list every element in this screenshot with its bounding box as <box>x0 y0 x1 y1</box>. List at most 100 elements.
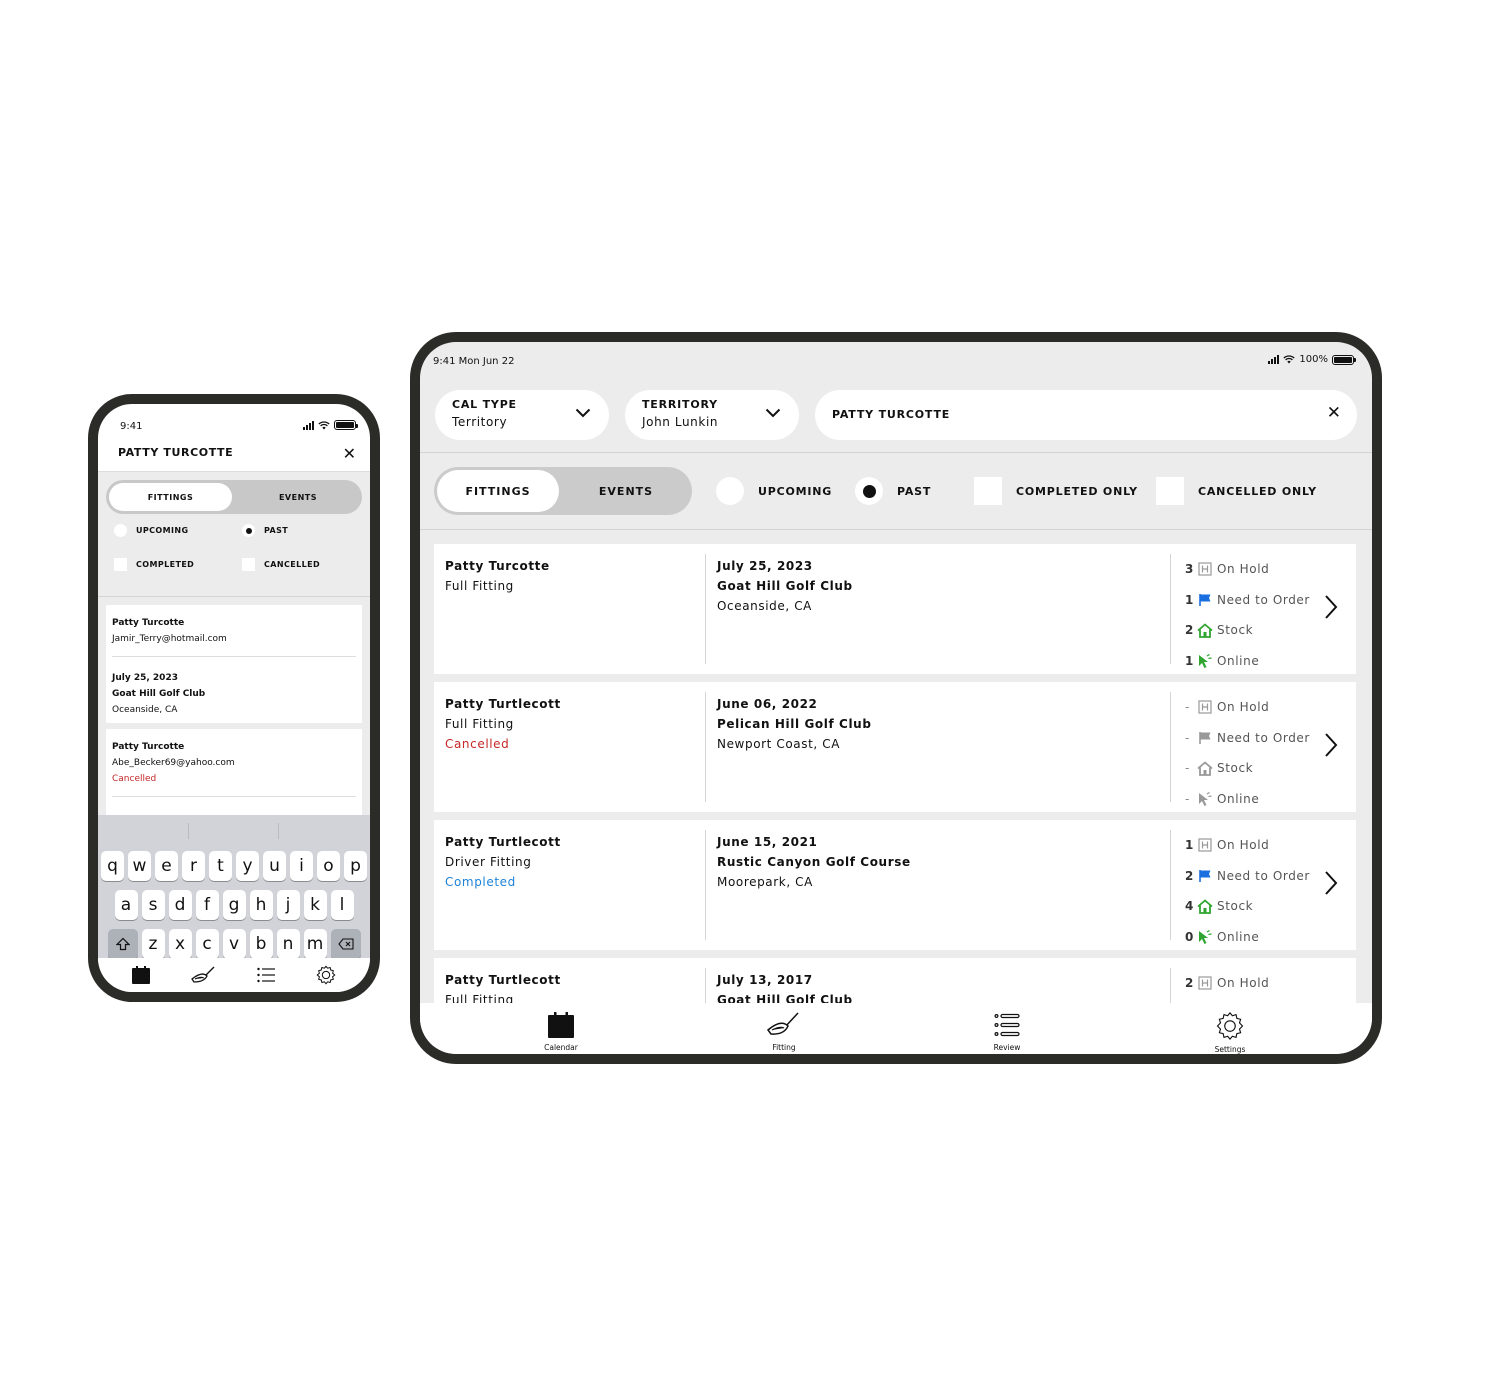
territory-value: John Lunkin <box>642 415 719 429</box>
clear-search-icon[interactable]: ✕ <box>1327 403 1341 423</box>
customer-email: Abe_Becker69@yahoo.com <box>112 758 235 768</box>
phone-filter-panel: FITTINGS EVENTS UPCOMING PAST COMPLETED … <box>98 472 370 597</box>
key[interactable]: e <box>155 851 178 881</box>
segment-events[interactable]: EVENTS <box>560 467 692 515</box>
inventory-online: - Online <box>1185 791 1260 807</box>
key[interactable]: u <box>263 851 286 881</box>
fitting-venue: Goat Hill Golf Club <box>112 689 206 699</box>
battery-icon <box>334 420 358 430</box>
key[interactable]: h <box>249 890 273 920</box>
list-item[interactable]: Patty Turcotte Jamir_Terry@hotmail.com J… <box>106 605 362 723</box>
key[interactable]: y <box>236 851 259 881</box>
key[interactable]: w <box>128 851 151 881</box>
key[interactable]: m <box>303 929 327 959</box>
hold-icon <box>1198 562 1212 576</box>
phone-fitting-list: Patty Turcotte Jamir_Terry@hotmail.com J… <box>98 597 370 815</box>
key[interactable]: a <box>114 890 138 920</box>
checkbox-icon <box>1156 477 1184 505</box>
on-screen-keyboard: q w e r t y u i o p a s d f g h j k l z … <box>98 815 370 959</box>
radio-selected-icon <box>242 524 255 537</box>
status-time: 9:41 <box>120 421 143 432</box>
completed-only-checkbox[interactable]: COMPLETED ONLY <box>974 477 1138 505</box>
segment-fittings[interactable]: FITTINGS <box>109 483 232 511</box>
chevron-right-icon[interactable] <box>1324 870 1338 896</box>
cal-type-dropdown[interactable]: CAL TYPE Territory <box>435 390 609 440</box>
cancelled-checkbox[interactable]: CANCELLED <box>242 558 320 571</box>
past-radio[interactable]: PAST <box>855 477 931 505</box>
tab-settings[interactable]: Settings <box>1180 1011 1280 1054</box>
key[interactable]: d <box>168 890 192 920</box>
territory-dropdown[interactable]: TERRITORY John Lunkin <box>625 390 799 440</box>
phone-header: PATTY TURCOTTE ✕ <box>98 440 370 472</box>
key[interactable]: z <box>141 929 165 959</box>
cancelled-label: CANCELLED <box>264 560 320 569</box>
search-input[interactable]: PATTY TURCOTTE ✕ <box>815 390 1357 440</box>
cursor-click-icon <box>1199 653 1212 668</box>
list-icon[interactable] <box>256 966 276 984</box>
backspace-key[interactable] <box>330 929 361 959</box>
fitting-date: June 15, 2021 <box>717 835 818 849</box>
tab-calendar[interactable]: Calendar <box>511 1011 611 1052</box>
golf-club-icon[interactable] <box>190 965 218 985</box>
cancelled-only-checkbox[interactable]: CANCELLED ONLY <box>1156 477 1317 505</box>
keyboard-row-2: a s d f g h j k l <box>98 890 370 920</box>
home-icon <box>1197 899 1213 914</box>
fitting-row[interactable]: Patty Turtlecott Full Fitting Cancelled … <box>434 682 1356 812</box>
chevron-right-icon[interactable] <box>1324 594 1338 620</box>
key[interactable]: x <box>168 929 192 959</box>
upcoming-radio[interactable]: UPCOMING <box>716 477 832 505</box>
chevron-right-icon[interactable] <box>1324 732 1338 758</box>
key[interactable]: b <box>249 929 273 959</box>
inventory-stock: 2 Stock <box>1185 623 1254 638</box>
fitting-location: Oceanside, CA <box>112 705 178 715</box>
key[interactable]: j <box>276 890 300 920</box>
key[interactable]: k <box>303 890 327 920</box>
cal-type-value: Territory <box>452 415 508 429</box>
segment-control: FITTINGS EVENTS <box>434 467 692 515</box>
segment-fittings[interactable]: FITTINGS <box>437 470 559 512</box>
shift-key[interactable] <box>107 929 138 959</box>
key[interactable]: i <box>290 851 313 881</box>
list-item[interactable]: Patty Turcotte Abe_Becker69@yahoo.com Ca… <box>106 729 362 815</box>
fitting-row[interactable]: Patty Turcotte Full Fitting July 25, 202… <box>434 544 1356 674</box>
close-icon[interactable]: ✕ <box>343 444 356 463</box>
key[interactable]: g <box>222 890 246 920</box>
completed-only-label: COMPLETED ONLY <box>1016 484 1138 498</box>
calendar-icon[interactable] <box>131 965 151 985</box>
key[interactable]: r <box>182 851 205 881</box>
key[interactable]: f <box>195 890 219 920</box>
keyboard-row-3: z x c v b n m <box>98 929 370 959</box>
status-time: 9:41 Mon Jun 22 <box>433 356 515 367</box>
key[interactable]: t <box>209 851 232 881</box>
backspace-icon <box>337 938 354 950</box>
tab-fitting[interactable]: Fitting <box>734 1011 834 1052</box>
key[interactable]: n <box>276 929 300 959</box>
upcoming-radio[interactable]: UPCOMING <box>114 524 188 537</box>
fitting-row[interactable]: Patty Turtlecott Driver Fitting Complete… <box>434 820 1356 950</box>
segment-control: FITTINGS EVENTS <box>106 480 362 514</box>
segment-events[interactable]: EVENTS <box>234 480 362 514</box>
phone-tab-bar <box>98 958 370 992</box>
key[interactable]: v <box>222 929 246 959</box>
key[interactable]: s <box>141 890 165 920</box>
fitting-location: Moorepark, CA <box>717 875 813 889</box>
key[interactable]: l <box>330 890 354 920</box>
past-radio[interactable]: PAST <box>242 524 288 537</box>
fitting-location: Newport Coast, CA <box>717 737 841 751</box>
gear-icon[interactable] <box>315 964 337 986</box>
inventory-online: 0 Online <box>1185 929 1260 945</box>
tablet-filter-bar: FITTINGS EVENTS UPCOMING PAST COMPLETED … <box>420 453 1372 530</box>
completed-checkbox[interactable]: COMPLETED <box>114 558 194 571</box>
tablet-tab-bar: Calendar Fitting Review Settings <box>420 1003 1372 1054</box>
key[interactable]: c <box>195 929 219 959</box>
fitting-row[interactable]: Patty Turtlecott Full Fitting July 13, 2… <box>434 958 1356 1003</box>
fitting-type: Full Fitting <box>445 993 514 1003</box>
completed-label: COMPLETED <box>136 560 195 569</box>
key[interactable]: p <box>344 851 367 881</box>
key[interactable]: o <box>317 851 340 881</box>
home-icon <box>1197 623 1213 638</box>
past-label: PAST <box>897 484 932 498</box>
tab-review[interactable]: Review <box>957 1011 1057 1052</box>
key[interactable]: q <box>101 851 124 881</box>
inventory-summary: - On Hold - Need to Order - Stock - Onli… <box>1185 692 1315 814</box>
